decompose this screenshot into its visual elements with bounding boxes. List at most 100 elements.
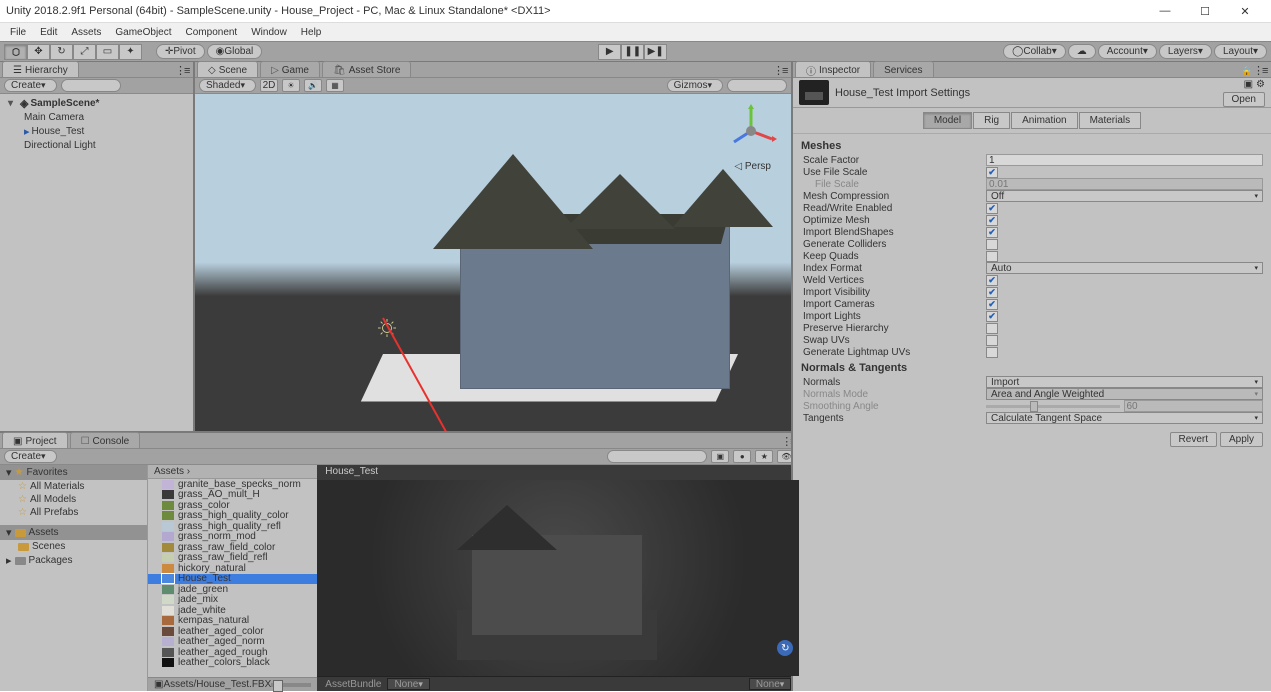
favorite-item[interactable]: ☆ All Prefabs — [0, 506, 147, 519]
console-tab[interactable]: ☐ Console — [70, 432, 141, 448]
swap-uvs-checkbox[interactable] — [986, 335, 998, 346]
minimize-button[interactable]: — — [1145, 0, 1185, 22]
services-tab[interactable]: Services — [873, 61, 933, 77]
asset-row[interactable]: jade_white — [148, 605, 317, 616]
rig-tab[interactable]: Rig — [973, 112, 1010, 129]
search-label-icon[interactable]: ● — [733, 450, 751, 463]
menu-file[interactable]: File — [4, 27, 32, 38]
project-search[interactable] — [607, 450, 707, 463]
asset-row[interactable]: jade_green — [148, 584, 317, 595]
layers-dropdown[interactable]: Layers ▾ — [1159, 44, 1212, 59]
hand-tool[interactable] — [4, 44, 27, 60]
packages-folder[interactable]: ▸ Packages — [0, 553, 147, 568]
close-button[interactable]: ✕ — [1225, 0, 1265, 22]
thumb-size-slider[interactable] — [271, 683, 311, 687]
optimize-mesh-checkbox[interactable]: ✔ — [986, 215, 998, 226]
project-tab[interactable]: ▣ Project — [2, 432, 68, 448]
import-visibility-checkbox[interactable]: ✔ — [986, 287, 998, 298]
scene-viewport[interactable]: ◁ Persp — [195, 94, 791, 431]
rotate-tool[interactable]: ↻ — [50, 44, 73, 60]
settings-icon[interactable]: ⚙ — [1256, 79, 1265, 90]
scale-factor-input[interactable] — [986, 154, 1263, 166]
lock-icon[interactable]: 🔒 — [1241, 66, 1253, 77]
import-lights-checkbox[interactable]: ✔ — [986, 311, 998, 322]
project-create-dropdown[interactable]: Create ▾ — [4, 450, 57, 463]
audio-toggle[interactable]: 🔊 — [304, 79, 322, 92]
breadcrumb[interactable]: Assets › — [148, 465, 317, 479]
move-tool[interactable]: ✥ — [27, 44, 50, 60]
inspector-tab[interactable]: ⓘ Inspector — [795, 61, 871, 77]
asset-row[interactable]: grass_AO_mult_H — [148, 490, 317, 501]
step-button[interactable]: ▶❚ — [644, 44, 667, 60]
cloud-button[interactable]: ☁ — [1068, 44, 1096, 59]
game-tab[interactable]: ▷ Game — [260, 61, 320, 77]
lighting-toggle[interactable]: ☀ — [282, 79, 300, 92]
global-toggle[interactable]: ◉ Global — [207, 44, 263, 59]
assetbundle-dropdown[interactable]: None ▾ — [387, 678, 429, 690]
apply-button[interactable]: Apply — [1220, 432, 1263, 447]
assets-folder[interactable]: ▾ Assets — [0, 525, 147, 540]
generate-colliders-checkbox[interactable] — [986, 239, 998, 250]
materials-tab[interactable]: Materials — [1079, 112, 1142, 129]
transform-tool[interactable]: ✦ — [119, 44, 142, 60]
assetbundle-variant[interactable]: None ▾ — [749, 678, 791, 690]
layout-dropdown[interactable]: Layout ▾ — [1214, 44, 1267, 59]
asset-list[interactable]: granite_base_specks_normgrass_AO_mult_Hg… — [148, 479, 317, 677]
mesh-compression-dropdown[interactable]: Off — [986, 190, 1263, 202]
pause-button[interactable]: ❚❚ — [621, 44, 644, 60]
asset-row[interactable]: leather_colors_black — [148, 658, 317, 669]
menu-edit[interactable]: Edit — [34, 27, 63, 38]
hierarchy-item[interactable]: Directional Light — [0, 139, 193, 152]
preview-refresh-icon[interactable]: ↻ — [777, 640, 793, 656]
preview-viewport[interactable]: ↻ — [317, 480, 799, 676]
weld-vertices-checkbox[interactable]: ✔ — [986, 275, 998, 286]
model-tab[interactable]: Model — [923, 112, 972, 129]
import-cameras-checkbox[interactable]: ✔ — [986, 299, 998, 310]
shaded-dropdown[interactable]: Shaded ▾ — [199, 79, 256, 92]
blendshapes-checkbox[interactable]: ✔ — [986, 227, 998, 238]
menu-help[interactable]: Help — [295, 27, 328, 38]
asset-row[interactable]: grass_high_quality_color — [148, 511, 317, 522]
hierarchy-item[interactable]: Main Camera — [0, 111, 193, 124]
asset-row[interactable]: grass_high_quality_refl — [148, 521, 317, 532]
fx-toggle[interactable]: ▦ — [326, 79, 344, 92]
menu-assets[interactable]: Assets — [65, 27, 107, 38]
hierarchy-search[interactable] — [61, 79, 121, 92]
gizmos-dropdown[interactable]: Gizmos ▾ — [667, 79, 723, 92]
folder-item[interactable]: Scenes — [0, 540, 147, 553]
favorites-header[interactable]: ▾ ★ Favorites — [0, 465, 147, 480]
hierarchy-item[interactable]: ▸ House_Test — [0, 124, 193, 139]
asset-row[interactable]: kempas_natural — [148, 616, 317, 627]
use-file-scale-checkbox[interactable]: ✔ — [986, 167, 998, 178]
asset-row[interactable]: leather_aged_rough — [148, 647, 317, 658]
collab-dropdown[interactable]: ◯ Collab ▾ — [1003, 44, 1066, 59]
scene-root[interactable]: ▾◈ SampleScene* — [0, 96, 193, 111]
animation-tab[interactable]: Animation — [1011, 112, 1077, 129]
asset-row[interactable]: granite_base_specks_norm — [148, 479, 317, 490]
asset-row[interactable]: grass_norm_mod — [148, 532, 317, 543]
asset-row[interactable]: leather_aged_color — [148, 626, 317, 637]
open-button[interactable]: Open — [1223, 92, 1265, 107]
orientation-gizmo[interactable] — [724, 104, 779, 159]
lightmap-uvs-checkbox[interactable] — [986, 347, 998, 358]
asset-row[interactable]: leather_aged_norm — [148, 637, 317, 648]
help-icon[interactable]: ▣ — [1244, 79, 1253, 90]
favorite-item[interactable]: ☆ All Models — [0, 493, 147, 506]
scale-tool[interactable]: ⤢ — [73, 44, 96, 60]
asset-row[interactable]: hickory_natural — [148, 563, 317, 574]
scene-search[interactable] — [727, 79, 787, 92]
hierarchy-create-dropdown[interactable]: Create ▾ — [4, 79, 57, 92]
search-folder-icon[interactable]: ▣ — [711, 450, 729, 463]
asset-row[interactable]: House_Test — [148, 574, 317, 585]
index-format-dropdown[interactable]: Auto — [986, 262, 1263, 274]
search-star-icon[interactable]: ★ — [755, 450, 773, 463]
maximize-button[interactable]: ☐ — [1185, 0, 1225, 22]
hierarchy-tab[interactable]: ☰ Hierarchy — [2, 61, 79, 77]
rect-tool[interactable]: ▭ — [96, 44, 119, 60]
assetstore-tab[interactable]: 🛍 Asset Store — [322, 61, 411, 77]
keep-quads-checkbox[interactable] — [986, 251, 998, 262]
menu-gameobject[interactable]: GameObject — [109, 27, 177, 38]
asset-row[interactable]: grass_raw_field_refl — [148, 553, 317, 564]
persp-label[interactable]: ◁ Persp — [734, 161, 771, 172]
preserve-hierarchy-checkbox[interactable] — [986, 323, 998, 334]
